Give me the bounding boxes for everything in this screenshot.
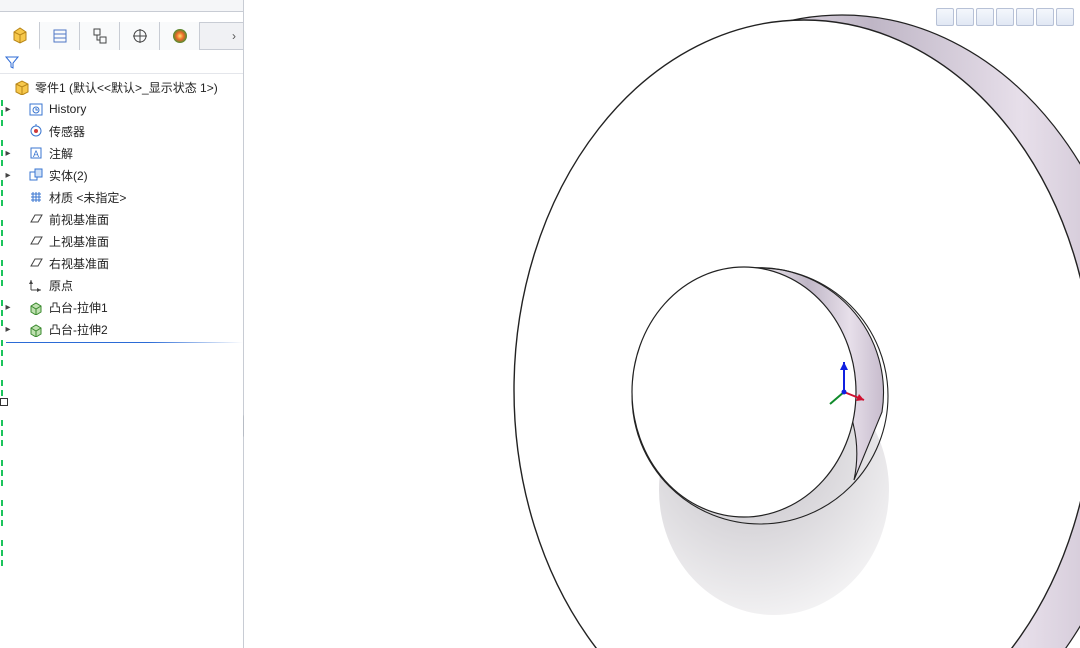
tree-item-2[interactable]: ▸ A 注解 — [0, 142, 243, 164]
panel-resize-handle[interactable] — [0, 398, 8, 406]
tree-filter-row[interactable] — [0, 50, 243, 74]
tab-display-manager[interactable] — [160, 22, 200, 50]
model-render — [244, 0, 1080, 648]
tree-item-0[interactable]: ▸ History — [0, 98, 243, 120]
svg-text:A: A — [33, 149, 39, 159]
tab-dimxpert-manager[interactable] — [120, 22, 160, 50]
tree-item-label: 凸台-拉伸2 — [49, 321, 108, 338]
tree-item-label: 原点 — [49, 277, 73, 294]
feature-manager-panel: › 零件1 (默认<<默认>_显示状态 1>) ▸History传感器▸A注解▸… — [0, 0, 244, 648]
tree-rollback-bar[interactable] — [6, 342, 243, 343]
history-icon — [27, 100, 45, 118]
expand-chevron-icon[interactable]: ▸ — [3, 324, 13, 335]
panel-top-strip — [0, 0, 243, 12]
tree-item-8[interactable]: 原点 — [0, 274, 243, 296]
expand-chevron-icon[interactable]: ▸ — [3, 302, 13, 313]
origin-icon — [27, 276, 45, 294]
expand-chevron-icon[interactable]: ▸ — [3, 148, 13, 159]
tree-item-label: 前视基准面 — [49, 211, 109, 228]
sensor-icon — [27, 122, 45, 140]
part-icon — [13, 78, 31, 96]
extrude-icon — [27, 320, 45, 338]
tree-item-label: 凸台-拉伸1 — [49, 299, 108, 316]
expand-chevron-icon[interactable]: ▸ — [3, 104, 13, 115]
funnel-icon — [4, 54, 20, 70]
tab-configuration-manager[interactable] — [80, 22, 120, 50]
tree-item-9[interactable]: ▸ 凸台-拉伸1 — [0, 296, 243, 318]
tree-item-label: History — [49, 102, 86, 116]
manager-tab-strip: › — [0, 22, 243, 50]
tree-item-label: 传感器 — [49, 123, 85, 140]
tree-item-label: 右视基准面 — [49, 255, 109, 272]
tree-item-5[interactable]: 前视基准面 — [0, 208, 243, 230]
tree-item-3[interactable]: ▸ 实体(2) — [0, 164, 243, 186]
annot-icon: A — [27, 144, 45, 162]
tree-root-part[interactable]: 零件1 (默认<<默认>_显示状态 1>) — [0, 76, 243, 98]
plane-icon — [27, 210, 45, 228]
tree-item-label: 材质 <未指定> — [49, 189, 126, 206]
extrude-icon — [27, 298, 45, 316]
tree-item-label: 上视基准面 — [49, 233, 109, 250]
feature-tree: 零件1 (默认<<默认>_显示状态 1>) ▸ History 传感器 ▸ A 注解 ▸ 实体… — [0, 74, 243, 347]
solidworks-window: › 零件1 (默认<<默认>_显示状态 1>) ▸History传感器▸A注解▸… — [0, 0, 1080, 648]
plane-icon — [27, 254, 45, 272]
tab-property-manager[interactable] — [40, 22, 80, 50]
tree-item-4[interactable]: 材质 <未指定> — [0, 186, 243, 208]
tree-item-label: 注解 — [49, 145, 73, 162]
tree-item-label: 实体(2) — [49, 167, 88, 184]
expand-chevron-icon[interactable]: ▸ — [3, 170, 13, 181]
tree-item-1[interactable]: 传感器 — [0, 120, 243, 142]
tree-item-10[interactable]: ▸ 凸台-拉伸2 — [0, 318, 243, 340]
tab-feature-manager[interactable] — [0, 22, 40, 50]
tab-overflow-chevron-icon[interactable]: › — [225, 29, 243, 43]
tree-item-6[interactable]: 上视基准面 — [0, 230, 243, 252]
tree-root-label: 零件1 (默认<<默认>_显示状态 1>) — [35, 79, 218, 96]
plane-icon — [27, 232, 45, 250]
bodies-icon — [27, 166, 45, 184]
tree-item-7[interactable]: 右视基准面 — [0, 252, 243, 274]
material-icon — [27, 188, 45, 206]
graphics-viewport[interactable] — [244, 0, 1080, 648]
